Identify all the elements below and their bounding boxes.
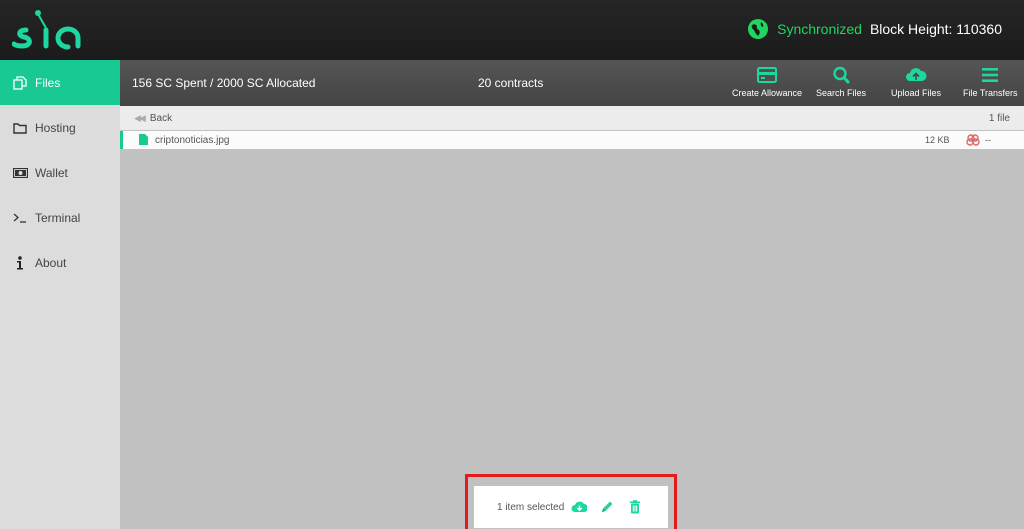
globe-icon: [748, 19, 769, 39]
cloud-upload-icon: [906, 68, 927, 81]
redundancy-icon: [966, 134, 980, 146]
money-icon: [12, 166, 28, 180]
sidebar-item-hosting[interactable]: Hosting: [0, 105, 120, 150]
file-redundancy: --: [985, 135, 991, 145]
file-size: 12 KB: [925, 135, 950, 145]
create-allowance-button[interactable]: Create Allowance: [732, 66, 802, 98]
search-files-label: Search Files: [816, 88, 867, 98]
delete-icon[interactable]: [627, 499, 643, 515]
files-toolbar: 156 SC Spent / 2000 SC Allocated 20 cont…: [120, 60, 1024, 106]
sidebar-item-files[interactable]: Files: [0, 60, 120, 105]
sidebar: Files Hosting Wallet Terminal About: [0, 60, 120, 529]
search-icon: [833, 66, 850, 84]
back-button[interactable]: ◀◀ Back: [134, 113, 172, 124]
rename-icon[interactable]: [599, 499, 615, 515]
selection-bar: 1 item selected: [474, 486, 668, 528]
info-icon: [12, 255, 28, 270]
search-files-button[interactable]: Search Files: [816, 66, 866, 98]
file-name[interactable]: criptonoticias.jpg: [155, 135, 229, 146]
sidebar-item-label: Terminal: [35, 210, 81, 225]
back-label: Back: [149, 113, 173, 124]
breadcrumb: ◀◀ Back 1 file: [120, 106, 1024, 130]
allowance-spent: 156 SC Spent / 2000 SC Allocated: [132, 76, 316, 90]
sidebar-item-label: Hosting: [35, 120, 76, 135]
create-allowance-label: Create Allowance: [732, 88, 803, 98]
block-height: Block Height: 110360: [869, 21, 1002, 37]
upload-files-label: Upload Files: [891, 88, 942, 98]
download-icon[interactable]: [571, 499, 588, 515]
sidebar-item-terminal[interactable]: Terminal: [0, 195, 120, 240]
back-arrow-icon: ◀◀: [134, 113, 146, 123]
credit-card-icon: [757, 67, 778, 83]
sync-status-text: Synchronized: [777, 21, 862, 37]
folder-icon: [12, 121, 28, 135]
sync-status: Synchronized Block Height: 110360: [747, 18, 1002, 40]
sidebar-item-wallet[interactable]: Wallet: [0, 150, 120, 195]
terminal-icon: [12, 211, 28, 225]
contracts-count: 20 contracts: [478, 76, 544, 90]
sia-logo: [12, 10, 81, 50]
sidebar-item-label: About: [35, 255, 67, 270]
selection-highlight: 1 item selected: [465, 474, 677, 529]
sidebar-item-label: Wallet: [35, 165, 68, 180]
upload-files-button[interactable]: Upload Files: [891, 66, 941, 98]
file-icon: [139, 134, 148, 145]
menu-icon: [982, 68, 999, 82]
file-transfers-button[interactable]: File Transfers: [963, 66, 1018, 98]
sidebar-item-about[interactable]: About: [0, 240, 120, 285]
sidebar-item-label: Files: [35, 75, 61, 90]
file-transfers-label: File Transfers: [963, 88, 1018, 98]
files-icon: [12, 75, 28, 90]
file-row[interactable]: criptonoticias.jpg 12 KB --: [120, 131, 1024, 149]
file-count: 1 file: [988, 113, 1010, 124]
top-bar: Synchronized Block Height: 110360: [0, 0, 1024, 60]
selection-count: 1 item selected: [497, 501, 565, 513]
